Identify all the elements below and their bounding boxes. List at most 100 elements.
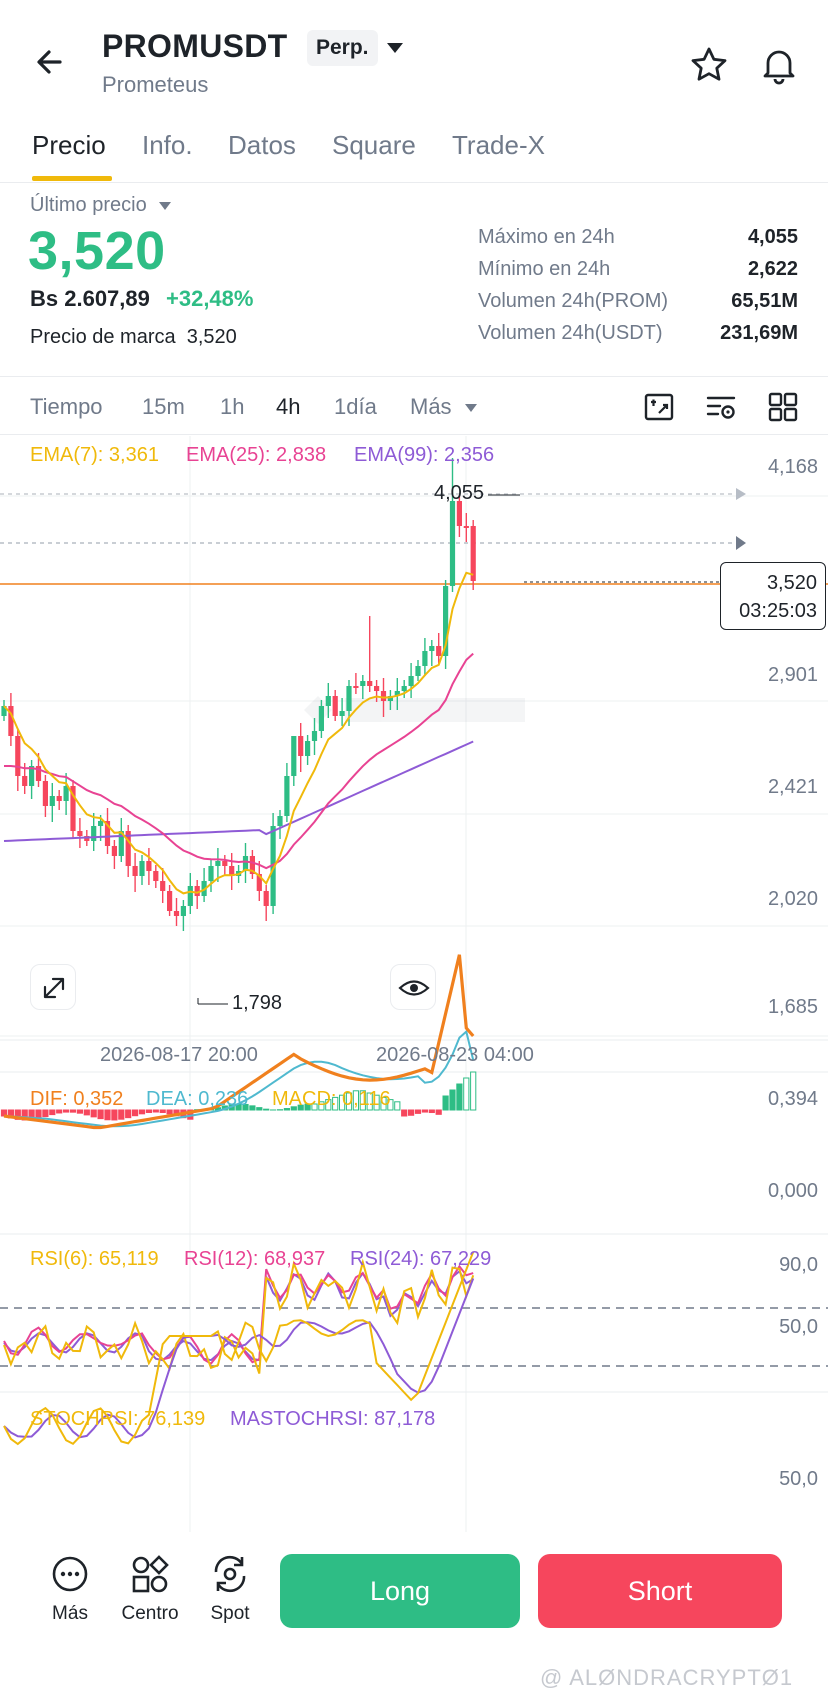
macd-value-legend: MACD: 0,116 (272, 1088, 391, 1110)
grid-layout-icon[interactable] (766, 390, 800, 424)
candle-body (263, 891, 269, 906)
current-price-value: 3,520 (766, 572, 817, 594)
timeframe-1h[interactable]: 1h (220, 394, 244, 420)
timeframe-1dia[interactable]: 1día (334, 394, 377, 420)
back-arrow-icon[interactable] (30, 42, 70, 82)
candle-body (139, 861, 145, 876)
local-currency-price: Bs 2.607,89 (30, 286, 150, 311)
candle-body (215, 861, 221, 866)
spot-button[interactable]: Spot (190, 1554, 270, 1625)
candle-body (318, 706, 324, 731)
stat-label-high: Máximo en 24h (478, 226, 615, 248)
ema99-legend: EMA(99): 2,356 (354, 444, 495, 466)
candle-body (332, 696, 338, 716)
macd-bar (408, 1109, 415, 1116)
macd-bar (118, 1109, 125, 1120)
macd-bar (111, 1109, 118, 1121)
current-price-tag[interactable]: 3,520 03:25:03 (720, 562, 826, 630)
last-price-label[interactable]: Último precio (30, 194, 172, 217)
indicator-settings-icon[interactable] (704, 390, 738, 424)
spot-swap-icon (214, 1555, 246, 1593)
price-axis-label: 2,020 (767, 888, 818, 910)
macd-bar (394, 1101, 401, 1111)
candle-body (374, 686, 380, 691)
candle-body (367, 681, 373, 686)
watermark: @ ALØNDRACRYPTØ1 (540, 1665, 794, 1690)
macd-dif-legend: DIF: 0,352 (30, 1088, 124, 1110)
candle-body (284, 776, 290, 816)
expand-icon (43, 977, 65, 999)
candle-body (167, 891, 173, 911)
candle-body (449, 501, 456, 586)
macd-bar (401, 1109, 408, 1117)
candle-body (180, 906, 186, 916)
stochrsi-axis-label: 50,0 (779, 1468, 818, 1490)
tab-precio[interactable]: Precio (32, 130, 106, 161)
visibility-toggle-button[interactable] (390, 964, 436, 1010)
chart-mode-icon[interactable] (642, 390, 676, 424)
candle-body (415, 666, 421, 676)
more-button[interactable]: Más (30, 1554, 110, 1625)
caret-down-icon (464, 404, 477, 413)
price-axis-label: 2,901 (767, 664, 818, 686)
candle-body (42, 781, 48, 806)
macd-bar (97, 1109, 104, 1120)
caret-down-icon (159, 201, 172, 210)
tab-square[interactable]: Square (332, 130, 416, 161)
candle-body (291, 736, 297, 776)
symbol-title[interactable]: PROMUSDT (102, 28, 288, 65)
candle-body (436, 646, 442, 656)
macd-bar (435, 1109, 442, 1115)
timeframe-mas[interactable]: Más (410, 394, 478, 420)
price-axis-label: 1,685 (767, 996, 818, 1018)
time-axis-label: 2026-08-17 20:00 (100, 1044, 258, 1066)
macd-bar (463, 1077, 470, 1111)
eye-icon (398, 980, 430, 996)
contract-type-badge[interactable]: Perp. (307, 30, 378, 66)
stat-label-low: Mínimo en 24h (478, 258, 611, 280)
caret-down-icon[interactable] (385, 40, 405, 56)
active-tab-indicator (32, 176, 112, 181)
tab-trade-x[interactable]: Trade-X (452, 130, 545, 161)
main-tabs: Precio Info. Datos Square Trade-X (0, 126, 828, 182)
candle-body (208, 866, 214, 881)
short-button[interactable]: Short (538, 1554, 782, 1628)
stat-label-volume-usdt: Volumen 24h(USDT) (478, 322, 663, 344)
long-button[interactable]: Long (280, 1554, 520, 1628)
timeframe-15m[interactable]: 15m (142, 394, 185, 420)
ema25-legend: EMA(25): 2,838 (186, 444, 327, 466)
macd-axis-label: 0,394 (767, 1088, 818, 1110)
rsi6-legend: RSI(6): 65,119 (30, 1248, 159, 1270)
macd-bar (428, 1109, 435, 1114)
macd-bar (125, 1109, 132, 1119)
macd-bar (90, 1109, 97, 1118)
low-marker-label: 1,798 (232, 992, 283, 1014)
candle-body (153, 871, 159, 881)
center-shapes-icon (132, 1555, 169, 1593)
stochrsi-legend: STOCHRSI: 76,139 (30, 1408, 206, 1430)
price-change-percent: +32,48% (166, 286, 254, 311)
candle-body (298, 736, 304, 756)
macd-bar (249, 1105, 256, 1111)
center-button[interactable]: Centro (110, 1554, 190, 1625)
candle-body (98, 821, 104, 826)
candle-body (408, 676, 414, 686)
candle-body (56, 796, 62, 801)
bell-icon[interactable] (758, 44, 800, 86)
candle-body (470, 526, 476, 581)
timeframe-tiempo[interactable]: Tiempo (30, 394, 103, 420)
stat-value-volume-usdt: 231,69M (720, 322, 798, 344)
ema7-legend: EMA(7): 3,361 (30, 444, 159, 466)
candle-body (422, 651, 428, 666)
candle-body (305, 741, 311, 756)
rsi12-legend: RSI(12): 68,937 (184, 1248, 326, 1270)
macd-bar (256, 1107, 263, 1111)
timeframe-4h[interactable]: 4h (276, 394, 300, 420)
candle-body (146, 861, 152, 871)
candle-body (160, 881, 166, 891)
fullscreen-button[interactable] (30, 964, 76, 1010)
tab-datos[interactable]: Datos (228, 130, 296, 161)
tab-info[interactable]: Info. (142, 130, 193, 161)
star-icon[interactable] (688, 44, 730, 86)
candle-body (91, 826, 97, 841)
